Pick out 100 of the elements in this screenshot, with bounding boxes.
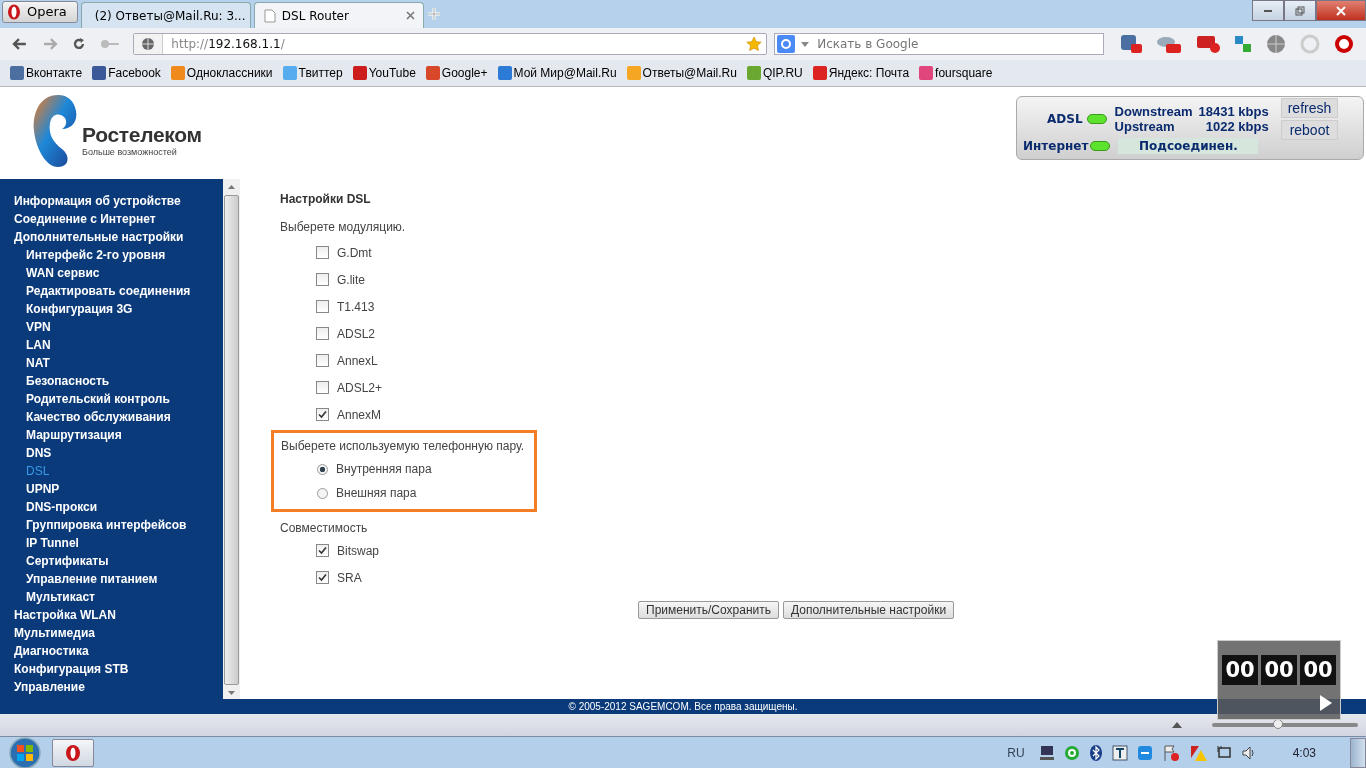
bluetooth-icon[interactable]	[1088, 744, 1103, 761]
menu-item[interactable]: Маршрутизация	[0, 426, 223, 444]
search-box[interactable]: Искать в Google	[774, 33, 1104, 55]
menu-item[interactable]: Дополнительные настройки	[0, 228, 223, 246]
dropdown-caret-icon[interactable]	[801, 41, 810, 47]
menu-item[interactable]: NAT	[0, 354, 223, 372]
menu-item[interactable]: Безопасность	[0, 372, 223, 390]
status-button[interactable]: reboot	[1280, 120, 1339, 140]
browser-tab[interactable]: (2) Ответы@Mail.Ru: 3...	[80, 2, 251, 28]
bookmark-link[interactable]: Facebook	[92, 66, 161, 80]
warning-icon[interactable]	[1188, 743, 1207, 762]
radio-button[interactable]	[317, 487, 328, 499]
checkbox[interactable]	[316, 544, 329, 557]
form-button[interactable]: Дополнительные настройки	[782, 601, 955, 619]
scroll-thumb[interactable]	[224, 195, 239, 685]
checkbox[interactable]	[316, 354, 329, 367]
checkbox[interactable]	[316, 300, 329, 313]
flag-icon[interactable]	[1161, 743, 1180, 762]
tab-title: DSL Router	[281, 8, 350, 23]
menu-item[interactable]: DNS-прокси	[0, 498, 223, 516]
menu-item[interactable]: Управление питанием	[0, 570, 223, 588]
bookmark-link[interactable]: Вконтакте	[10, 66, 83, 80]
close-icon[interactable]	[405, 11, 415, 20]
menu-item[interactable]: DSL	[0, 462, 223, 480]
menu-item[interactable]: Сертификаты	[0, 552, 223, 570]
menu-item[interactable]: DNS	[0, 444, 223, 462]
bookmark-link[interactable]: QIP.RU	[746, 66, 803, 80]
bookmark-label: YouTube	[368, 66, 416, 80]
clock[interactable]: 4:03	[1292, 745, 1316, 760]
back-icon[interactable]	[12, 37, 28, 51]
cloud-icon[interactable]	[1156, 34, 1182, 54]
menu-item[interactable]: UPNP	[0, 480, 223, 498]
menu-item[interactable]: IP Tunnel	[0, 534, 223, 552]
page-icon	[262, 8, 277, 23]
checkbox[interactable]	[316, 246, 329, 259]
bookmark-link[interactable]: Google+	[425, 66, 488, 80]
bookmark-link[interactable]: Одноклассники	[170, 66, 273, 80]
minimize-button[interactable]	[1252, 0, 1284, 21]
translate-icon[interactable]	[1234, 35, 1252, 53]
play-icon[interactable]	[1320, 695, 1332, 711]
menu-item[interactable]: Качество обслуживания	[0, 408, 223, 426]
address-field[interactable]: http://192.168.1.1/	[133, 33, 768, 55]
checkbox[interactable]	[316, 571, 329, 584]
menu-item[interactable]: Мультикаст	[0, 588, 223, 606]
opera-logo-icon	[7, 3, 21, 20]
at-sign-icon[interactable]	[1063, 744, 1080, 761]
status-button[interactable]: refresh	[1280, 98, 1339, 118]
menu-item[interactable]: LAN	[0, 336, 223, 354]
expand-icon[interactable]	[1172, 722, 1182, 728]
bookmark-link[interactable]: YouTube	[352, 66, 416, 80]
menu-item[interactable]: Диагностика	[0, 642, 223, 660]
scroll-down-icon[interactable]	[228, 691, 235, 695]
taskbar-button[interactable]	[52, 738, 94, 767]
menu-item[interactable]: VPN	[0, 318, 223, 336]
extension-icon[interactable]	[1196, 34, 1220, 54]
globe-icon	[141, 37, 156, 51]
maximize-button[interactable]	[1284, 0, 1316, 21]
speaker-icon[interactable]	[1240, 744, 1257, 761]
browser-tab[interactable]: DSL Router	[253, 2, 424, 28]
menu-item[interactable]: WAN сервис	[0, 264, 223, 282]
close-window-button[interactable]	[1316, 0, 1366, 21]
option-label: G.lite	[337, 272, 365, 287]
checkbox[interactable]	[316, 273, 329, 286]
opera-menu-button[interactable]: Opera	[2, 0, 78, 23]
menu-item[interactable]: Настройка WLAN	[0, 606, 223, 624]
stop-icon[interactable]	[1334, 34, 1354, 54]
bookmark-link[interactable]: foursquare	[919, 66, 993, 80]
computer-icon[interactable]	[1038, 744, 1055, 761]
checkbox[interactable]	[316, 381, 329, 394]
menu-item[interactable]: Информация об устройстве	[0, 192, 223, 210]
menu-item[interactable]: Соединение с Интернет	[0, 210, 223, 228]
bookmark-link[interactable]: Яндекс: Почта	[812, 66, 910, 80]
menu-item[interactable]: Конфигурация 3G	[0, 300, 223, 318]
radio-button[interactable]	[317, 463, 328, 475]
checkbox[interactable]	[316, 327, 329, 340]
scroll-up-icon[interactable]	[228, 185, 235, 189]
section-label: Выберете модуляцию.	[280, 220, 406, 234]
scrollbar[interactable]	[223, 179, 240, 699]
form-button[interactable]: Применить/Сохранить	[638, 601, 779, 619]
menu-item[interactable]: Группировка интерфейсов	[0, 516, 223, 534]
menu-item[interactable]: Интерфейс 2-го уровня	[0, 246, 223, 264]
network-icon[interactable]	[1215, 744, 1232, 761]
extension-icon[interactable]	[1120, 34, 1142, 54]
forward-icon[interactable]	[41, 37, 58, 51]
option-label: AnnexL	[337, 353, 378, 368]
tray-app-icon[interactable]	[1111, 744, 1128, 761]
globe-icon[interactable]	[1266, 34, 1286, 54]
menu-item[interactable]: Управление	[0, 678, 223, 696]
show-desktop-button[interactable]	[1350, 737, 1366, 768]
menu-item[interactable]: Мультимедиа	[0, 624, 223, 642]
bookmark-label: Твиттер	[298, 66, 343, 80]
start-button[interactable]	[6, 736, 44, 768]
menu-item[interactable]: Родительский контроль	[0, 390, 223, 408]
menu-item[interactable]: Конфигурация STB	[0, 660, 223, 678]
checkbox[interactable]	[316, 408, 329, 421]
bookmark-link[interactable]: Твиттер	[282, 66, 343, 80]
menu-item[interactable]: Редактировать соединения	[0, 282, 223, 300]
star-icon[interactable]	[746, 36, 763, 52]
language-indicator[interactable]: RU	[1007, 745, 1025, 760]
reload-icon[interactable]	[71, 37, 86, 51]
